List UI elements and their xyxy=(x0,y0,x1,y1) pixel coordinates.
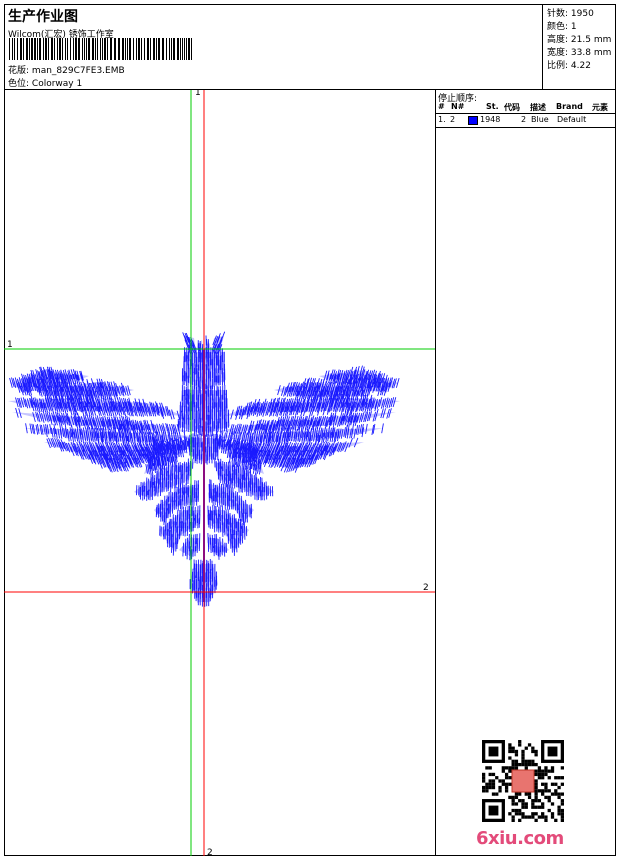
col-stitches: St. xyxy=(486,102,499,111)
green-v-label: 1 xyxy=(195,90,201,98)
design-label: 花版: xyxy=(8,66,30,76)
stat-label: 针数: xyxy=(547,9,569,19)
design-value: man_829C7FE3.EMB xyxy=(31,66,125,76)
col-brand: Brand xyxy=(556,102,583,111)
header: 生产作业图 Wilcom(汇宏) 锈饰工作室 花版: man_829C7FE3.… xyxy=(4,4,616,90)
col-index: # xyxy=(438,102,445,111)
red-v-label: 2 xyxy=(207,848,213,856)
stat-height: 高度: 21.5 mm xyxy=(547,32,611,45)
stat-value: 1950 xyxy=(570,9,594,19)
stat-width: 宽度: 33.8 mm xyxy=(547,45,611,58)
stat-stitches: 针数: 1950 xyxy=(547,6,594,19)
colorway-value: Colorway 1 xyxy=(31,79,83,89)
stat-scale: 比例: 4.22 xyxy=(547,58,591,71)
row-description: Blue xyxy=(531,115,549,124)
stat-value: 21.5 mm xyxy=(570,35,612,45)
design-file: 花版: man_829C7FE3.EMB xyxy=(8,63,125,76)
green-h-label: 1 xyxy=(7,340,13,350)
col-needle: N# xyxy=(451,102,465,111)
colorway-label: 色位: xyxy=(8,79,30,89)
colorway: 色位: Colorway 1 xyxy=(8,76,82,89)
table-row: 1. 2 1948 2 Blue Default xyxy=(436,114,616,128)
page-title: 生产作业图 xyxy=(8,9,78,25)
barcode xyxy=(9,38,192,60)
col-code: 代码 xyxy=(504,103,520,112)
stat-label: 高度: xyxy=(547,35,569,45)
stats-panel: 针数: 1950 颜色: 1 高度: 21.5 mm 宽度: 33.8 mm 比… xyxy=(542,4,616,90)
row-needle: 2 xyxy=(450,115,456,124)
design-canvas: 1 1 2 2 xyxy=(4,90,436,856)
design-svg: 1 1 2 2 xyxy=(4,90,435,856)
row-code: 2 xyxy=(521,115,527,124)
qr-code xyxy=(482,740,564,822)
row-index: 1. xyxy=(438,115,446,124)
row-brand: Default xyxy=(557,115,587,124)
row-stitches: 1948 xyxy=(480,115,501,124)
color-swatch xyxy=(468,116,478,125)
stop-sequence-header: # N# St. 代码 描述 Brand 元素 xyxy=(436,101,616,114)
watermark-logo: 6xiu.com xyxy=(476,828,564,849)
col-element: 元素 xyxy=(592,103,608,112)
stat-label: 宽度: xyxy=(547,48,569,58)
stat-value: 33.8 mm xyxy=(570,48,612,58)
red-h-label: 2 xyxy=(423,583,429,593)
stat-label: 比例: xyxy=(547,61,569,71)
stat-colors: 颜色: 1 xyxy=(547,19,577,32)
stat-label: 颜色: xyxy=(547,22,569,32)
stat-value: 4.22 xyxy=(570,61,591,71)
col-description: 描述 xyxy=(530,103,546,112)
stat-value: 1 xyxy=(570,22,577,32)
